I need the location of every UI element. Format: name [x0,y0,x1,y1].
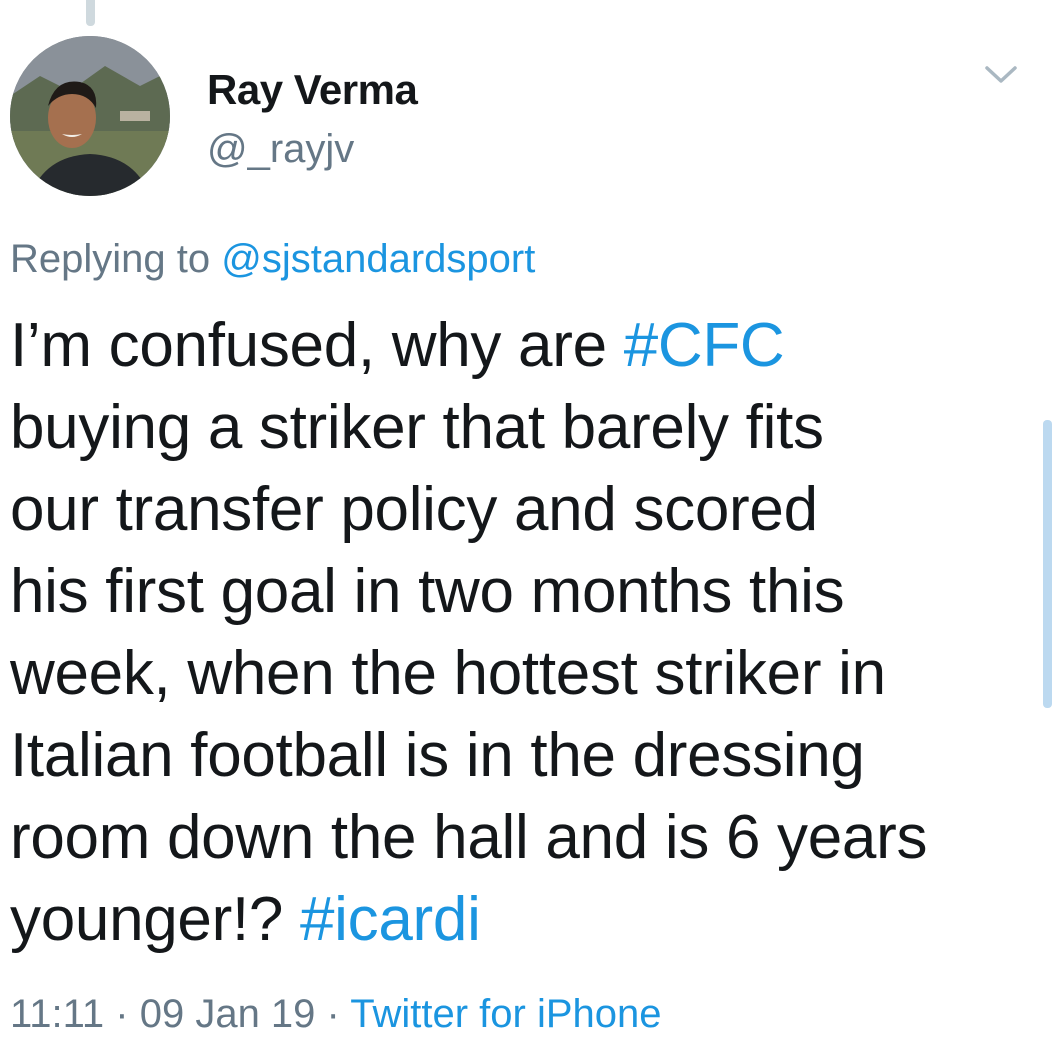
author-display-name[interactable]: Ray Verma [207,66,418,114]
thread-connector-line [86,0,95,26]
author-handle[interactable]: @_rayjv [207,127,354,172]
avatar[interactable] [10,36,170,196]
tweet-line-8: younger!? #icardi [10,879,1020,961]
tweet-date: 09 Jan 19 [139,992,316,1036]
profile-photo [10,36,170,196]
scrollbar[interactable] [1043,420,1052,708]
tweet-text-segment: I’m confused, why are [10,311,624,380]
tweet-metadata: 11:11 · 09 Jan 19 · Twitter for iPhone [10,992,662,1037]
tweet-line-7: room down the hall and is 6 years [10,803,928,872]
tweet-line-3: our transfer policy and scored [10,475,818,544]
chevron-down-icon[interactable] [984,64,1018,86]
replying-to-label: Replying to [10,237,222,281]
hashtag-link[interactable]: #icardi [300,885,481,954]
meta-separator: · [104,992,140,1036]
tweet-text-segment: younger!? [10,885,300,954]
tweet-text: I’m confused, why are #CFC buying a stri… [10,305,1020,961]
tweet-source-link[interactable]: Twitter for iPhone [350,992,661,1036]
tweet-line-5: week, when the hottest striker in [10,639,886,708]
replying-to-line: Replying to @sjstandardsport [10,237,535,282]
tweet-line-1: I’m confused, why are #CFC [10,305,1020,387]
tweet-line-6: Italian football is in the dressing [10,721,865,790]
tweet-line-4: his first goal in two months this [10,557,845,626]
hashtag-link[interactable]: #CFC [624,311,785,380]
reply-mention-link[interactable]: @sjstandardsport [221,237,535,281]
meta-separator: · [315,992,351,1036]
tweet-time: 11:11 [10,992,105,1036]
tweet-line-2: buying a striker that barely fits [10,393,824,462]
